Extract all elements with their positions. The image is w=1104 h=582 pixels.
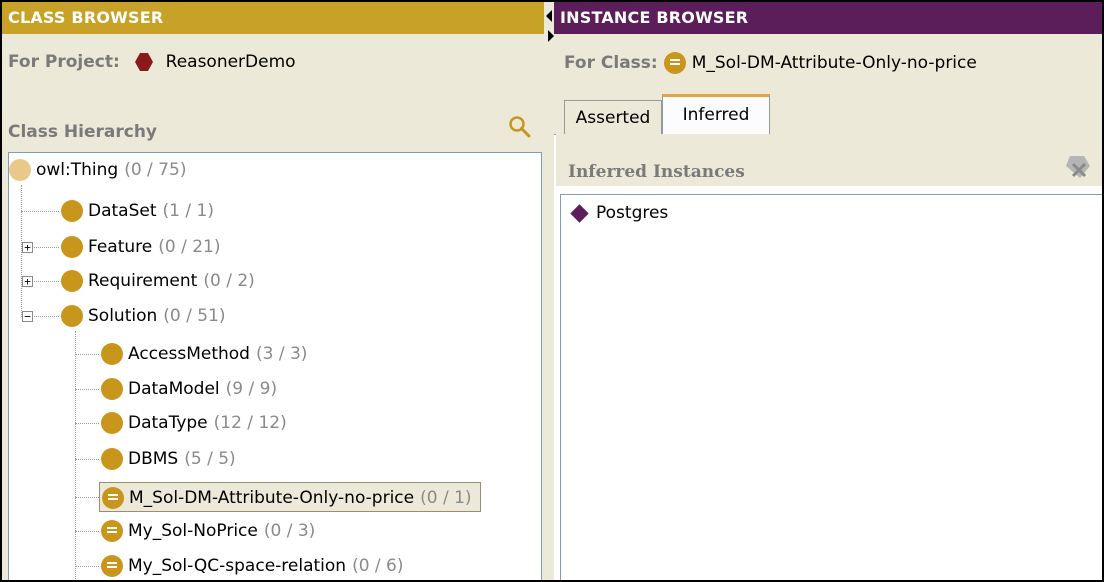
class-tree[interactable]: + + − owl:Thing (0 / 75) DataSet (1 / 1) F… [8, 152, 542, 580]
tree-node-my-sol-noprice[interactable]: My_Sol-NoPrice (0 / 3) [101, 516, 315, 546]
instance-diamond-icon [570, 203, 589, 223]
expand-requirement-toggle[interactable]: + [22, 276, 33, 287]
class-icon [101, 378, 123, 400]
defined-class-icon [101, 555, 123, 577]
clear-instances-icon[interactable] [1062, 154, 1092, 180]
project-label: For Project: [8, 52, 120, 72]
class-browser-header: CLASS BROWSER [2, 2, 544, 34]
tree-connector [75, 531, 99, 532]
tab-asserted[interactable]: Asserted [564, 100, 662, 134]
class-hierarchy-title: Class Hierarchy [8, 122, 158, 142]
tree-connector [75, 354, 99, 355]
class-browser-panel: CLASS BROWSER For Project: ReasonerDemo … [2, 2, 544, 580]
tree-node-solution[interactable]: Solution (0 / 51) [61, 301, 226, 331]
tree-node-datamodel[interactable]: DataModel (9 / 9) [101, 374, 277, 404]
tree-node-feature[interactable]: Feature (0 / 21) [61, 232, 221, 262]
tree-node-accessmethod[interactable]: AccessMethod (3 / 3) [101, 339, 307, 369]
tree-connector [75, 331, 76, 580]
tree-node-my-sol-qc-space-relation[interactable]: My_Sol-QC-space-relation (0 / 6) [101, 551, 404, 580]
tree-connector [75, 497, 99, 498]
tree-connector [21, 211, 59, 212]
project-row: For Project: ReasonerDemo [8, 52, 296, 78]
defined-class-icon [663, 52, 686, 74]
tree-node-dbms[interactable]: DBMS (5 / 5) [101, 444, 236, 474]
for-class-name: M_Sol-DM-Attribute-Only-no-price [691, 53, 977, 73]
class-icon [61, 270, 83, 292]
tree-node-datatype[interactable]: DataType (12 / 12) [101, 408, 287, 438]
tree-connector [75, 459, 99, 460]
project-name: ReasonerDemo [165, 52, 296, 72]
collapse-solution-toggle[interactable]: − [22, 311, 33, 322]
class-icon [61, 236, 83, 258]
tree-node-owl-thing[interactable]: owl:Thing (0 / 75) [9, 155, 186, 185]
defined-class-icon [102, 487, 124, 509]
inferred-instances-list[interactable]: Postgres [560, 194, 1102, 580]
tree-node-m-sol-dm-attribute-only-no-price[interactable]: M_Sol-DM-Attribute-Only-no-price (0 / 1) [99, 482, 481, 512]
instance-browser-panel: INSTANCE BROWSER For Class: M_Sol-DM-Attr… [554, 2, 1102, 580]
tree-connector [75, 423, 99, 424]
for-class-label: For Class: [564, 53, 658, 73]
project-hexagon-icon [134, 53, 153, 71]
instance-browser-title: INSTANCE BROWSER [560, 8, 749, 27]
class-icon [61, 305, 83, 327]
tree-node-requirement[interactable]: Requirement (0 / 2) [61, 266, 255, 296]
instance-browser-header: INSTANCE BROWSER [554, 2, 1102, 34]
collapse-left-arrow-icon[interactable] [546, 10, 552, 22]
split-pane-divider[interactable] [544, 2, 554, 580]
class-browser-title: CLASS BROWSER [8, 8, 164, 27]
tree-connector [75, 566, 99, 567]
class-icon [61, 200, 83, 222]
inferred-instances-title: Inferred Instances [568, 162, 745, 182]
defined-class-icon [101, 520, 123, 542]
class-icon [101, 412, 123, 434]
search-class-icon[interactable] [507, 114, 533, 140]
tree-node-dataset[interactable]: DataSet (1 / 1) [61, 196, 214, 226]
expand-feature-toggle[interactable]: + [22, 242, 33, 253]
class-icon [9, 159, 31, 181]
instance-item-postgres[interactable]: Postgres [569, 201, 668, 225]
tab-inferred[interactable]: Inferred [662, 94, 770, 134]
for-class-row: For Class: M_Sol-DM-Attribute-Only-no-pri… [564, 52, 977, 74]
class-icon [101, 343, 123, 365]
class-icon [101, 448, 123, 470]
tree-connector [75, 389, 99, 390]
